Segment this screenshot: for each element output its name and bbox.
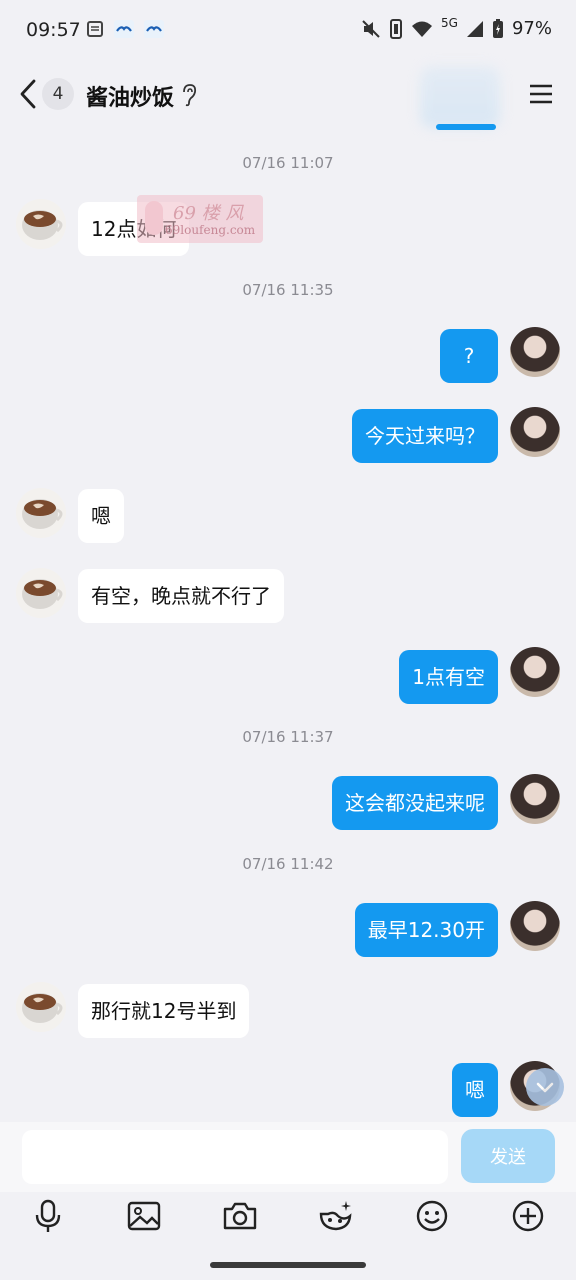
avatar-contact[interactable] bbox=[16, 982, 66, 1032]
timestamp: 07/16 11:37 bbox=[242, 728, 334, 746]
plus-circle-icon[interactable] bbox=[508, 1196, 548, 1236]
signal-icon bbox=[466, 20, 483, 37]
back-icon[interactable] bbox=[14, 78, 42, 110]
avatar-self[interactable] bbox=[510, 407, 560, 457]
camera-icon[interactable] bbox=[220, 1196, 260, 1236]
message-bubble-outgoing[interactable]: 1点有空 bbox=[399, 650, 498, 704]
home-indicator[interactable] bbox=[210, 1262, 366, 1268]
battery-charging-icon bbox=[492, 18, 503, 38]
message-bubble-incoming[interactable]: 有空，晚点就不行了 bbox=[78, 569, 284, 623]
chevron-down-icon bbox=[536, 1082, 554, 1093]
mute-icon bbox=[362, 19, 380, 38]
avatar-contact[interactable] bbox=[16, 488, 66, 538]
avatar-contact[interactable] bbox=[16, 568, 66, 618]
emoji-icon[interactable] bbox=[412, 1196, 452, 1236]
bird-app-icon bbox=[114, 20, 134, 38]
message-bubble-outgoing[interactable]: 最早12.30开 bbox=[354, 903, 498, 957]
watermark-logo-icon bbox=[145, 201, 163, 235]
bird-app-icon bbox=[144, 20, 164, 38]
watermark: 69 楼 风 69loufeng.com bbox=[137, 195, 263, 243]
scroll-to-bottom-button[interactable] bbox=[526, 1068, 564, 1106]
coffee-cup-avatar-icon bbox=[16, 982, 66, 1032]
notes-icon bbox=[87, 21, 103, 37]
coffee-cup-avatar-icon bbox=[16, 568, 66, 618]
network-type: 5G bbox=[441, 15, 458, 30]
message-bubble-incoming[interactable]: 那行就12号半到 bbox=[78, 984, 250, 1038]
microphone-icon[interactable] bbox=[28, 1196, 68, 1236]
message-bubble-outgoing[interactable]: 嗯 bbox=[452, 1063, 498, 1117]
message-bubble-incoming[interactable]: 嗯 bbox=[78, 489, 124, 543]
image-icon[interactable] bbox=[124, 1196, 164, 1236]
status-time: 09:57 bbox=[26, 19, 81, 41]
message-bubble-outgoing[interactable]: 这会都没起来呢 bbox=[332, 776, 498, 830]
wifi-icon bbox=[412, 21, 433, 37]
message-bubble-outgoing[interactable]: ? bbox=[440, 329, 498, 383]
previous-message-edge bbox=[436, 124, 496, 130]
avatar-self[interactable] bbox=[510, 774, 560, 824]
vibrate-icon bbox=[390, 18, 403, 39]
avatar-contact[interactable] bbox=[16, 199, 66, 249]
chat-title[interactable]: 酱油炒饭 bbox=[86, 80, 174, 112]
menu-icon[interactable] bbox=[528, 82, 554, 106]
avatar-self[interactable] bbox=[510, 901, 560, 951]
message-input[interactable] bbox=[22, 1130, 448, 1184]
timestamp: 07/16 11:42 bbox=[242, 855, 334, 873]
sticker-icon[interactable] bbox=[316, 1196, 356, 1236]
send-button[interactable]: 发送 bbox=[461, 1129, 555, 1183]
coffee-cup-avatar-icon bbox=[16, 199, 66, 249]
watermark-url: 69loufeng.com bbox=[165, 223, 256, 237]
earpiece-icon[interactable] bbox=[180, 83, 198, 107]
message-bubble-outgoing[interactable]: 今天过来吗？ bbox=[352, 409, 498, 463]
avatar-self[interactable] bbox=[510, 647, 560, 697]
watermark-text: 69 楼 风 bbox=[173, 203, 244, 224]
status-bar: 09:57 5G 97% bbox=[0, 0, 576, 60]
timestamp: 07/16 11:35 bbox=[242, 281, 334, 299]
blurred-overlay bbox=[420, 66, 500, 128]
coffee-cup-avatar-icon bbox=[16, 488, 66, 538]
avatar-self[interactable] bbox=[510, 327, 560, 377]
timestamp: 07/16 11:07 bbox=[242, 154, 334, 172]
unread-count-badge[interactable]: 4 bbox=[42, 78, 74, 110]
battery-level: 97% bbox=[511, 18, 552, 39]
